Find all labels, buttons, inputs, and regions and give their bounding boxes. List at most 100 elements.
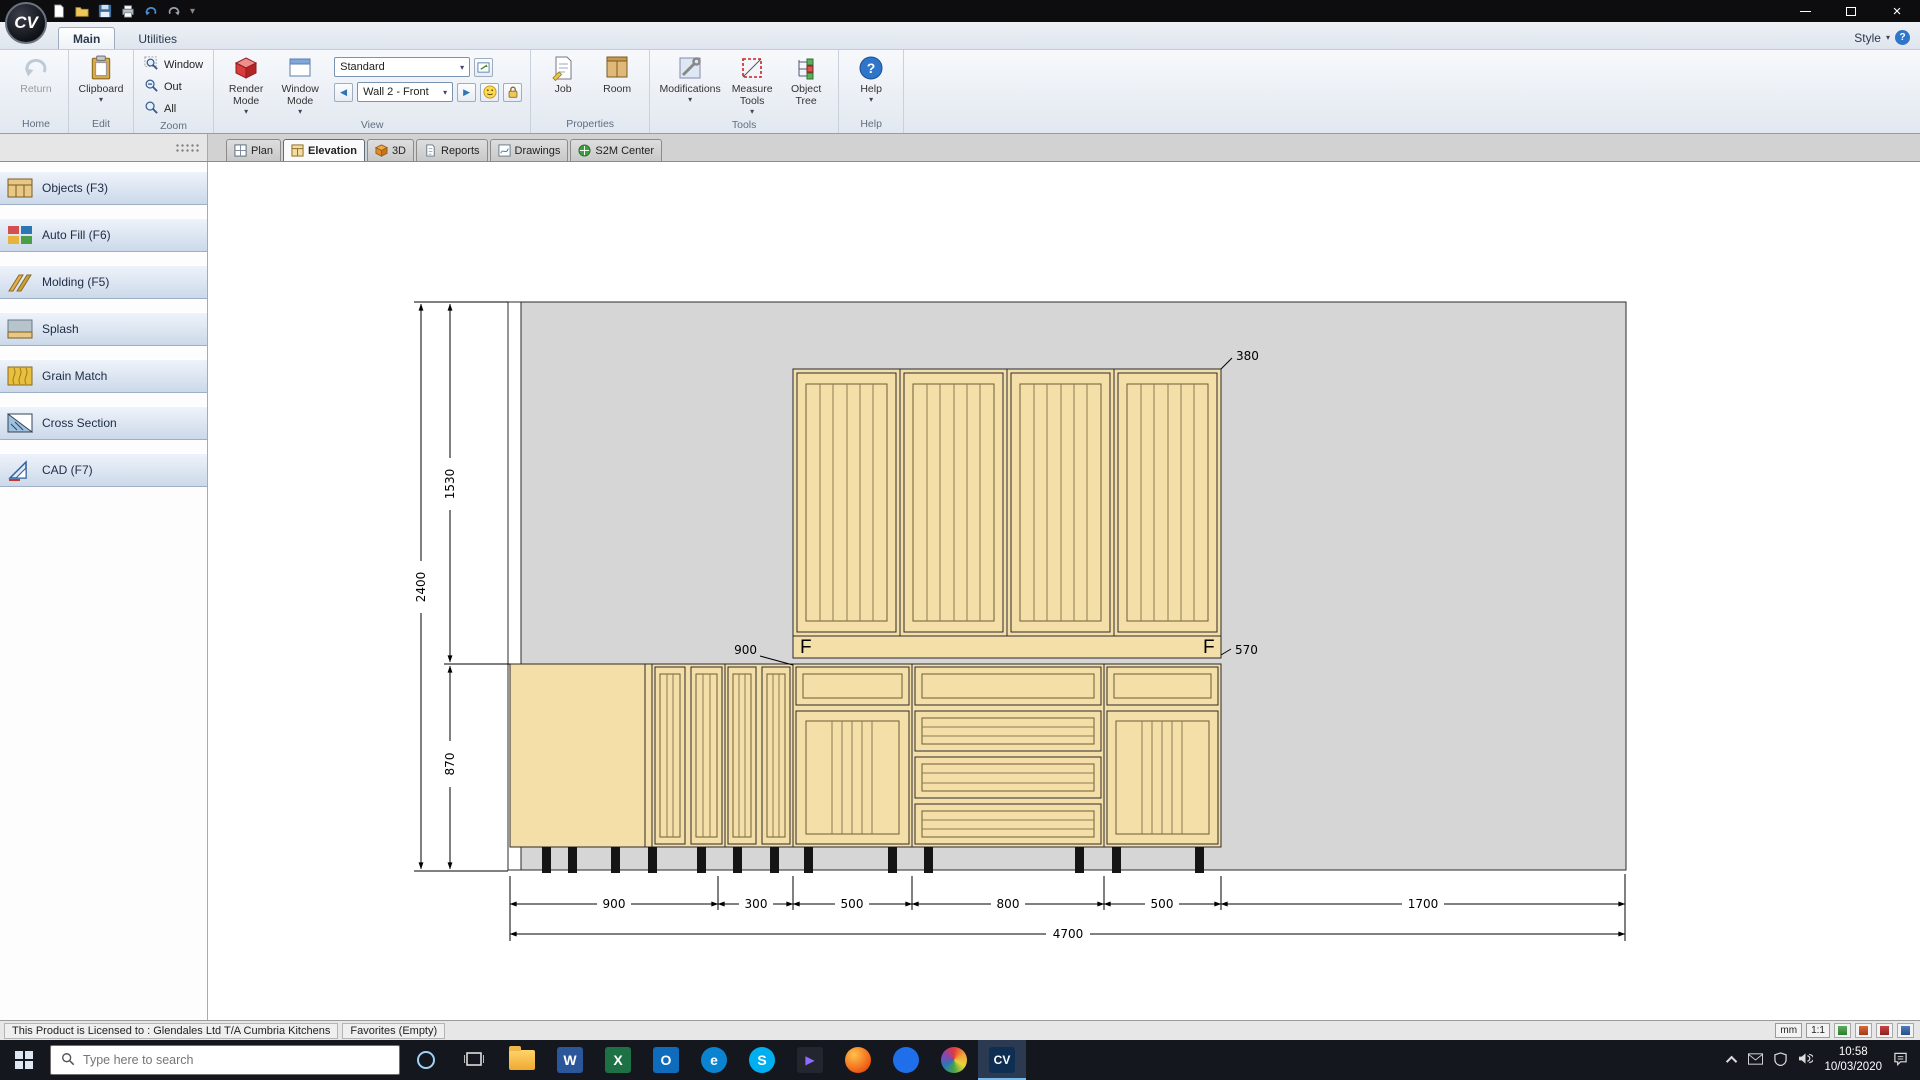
status-grid-icon[interactable] <box>1834 1023 1851 1038</box>
window-mode-button[interactable]: Window Mode ▾ <box>274 53 326 118</box>
tab-s2m-center[interactable]: S2M Center <box>570 139 662 161</box>
sidebar-item-splash[interactable]: Splash <box>0 312 207 346</box>
render-style-select[interactable]: Standard▾ <box>334 57 470 77</box>
base-cabinets[interactable] <box>510 664 1221 873</box>
elevation-drawing[interactable]: F F <box>208 162 1920 1020</box>
plan-icon <box>234 144 247 157</box>
file-explorer-button[interactable] <box>498 1040 546 1080</box>
save-icon[interactable] <box>98 4 112 18</box>
undo-icon[interactable] <box>144 4 158 18</box>
chevron-down-icon: ▾ <box>460 63 464 72</box>
subheader-row: Plan Elevation 3D Reports Drawings S2M C… <box>0 134 1920 162</box>
zoom-window-button[interactable]: Window <box>140 55 207 75</box>
ribbon-tab-main[interactable]: Main <box>58 27 115 49</box>
clipboard-button[interactable]: Clipboard ▾ <box>75 53 127 106</box>
close-button[interactable]: × <box>1874 0 1920 22</box>
sidebar-item-objects[interactable]: Objects (F3) <box>0 171 207 205</box>
smiley-view-button[interactable] <box>480 83 499 102</box>
firefox-button[interactable] <box>834 1040 882 1080</box>
tray-volume-icon[interactable] <box>1798 1052 1813 1068</box>
chevron-down-icon[interactable]: ▾ <box>1886 33 1890 42</box>
tab-reports[interactable]: Reports <box>416 139 488 161</box>
open-icon[interactable] <box>75 4 89 18</box>
fit-window-button[interactable] <box>474 58 493 77</box>
return-icon <box>23 55 49 81</box>
edge-button[interactable]: e <box>690 1040 738 1080</box>
start-button[interactable] <box>0 1040 48 1080</box>
ribbon-group-edit: Clipboard ▾ Edit <box>69 50 134 133</box>
outlook-button[interactable]: O <box>642 1040 690 1080</box>
zoom-out-button[interactable]: Out <box>140 77 207 97</box>
redo-icon[interactable] <box>167 4 181 18</box>
blue-app-button[interactable] <box>882 1040 930 1080</box>
qat-customize-icon[interactable]: ▾ <box>190 6 195 17</box>
tab-plan[interactable]: Plan <box>226 139 281 161</box>
previous-wall-button[interactable]: ◀ <box>334 83 353 102</box>
cortana-button[interactable] <box>402 1040 450 1080</box>
cabinet-vision-button[interactable]: CV <box>978 1040 1026 1080</box>
object-tree-button[interactable]: Object Tree <box>780 53 832 109</box>
window-mode-icon <box>287 55 313 81</box>
media-player-icon: ▶ <box>797 1047 823 1073</box>
upper-cabinets[interactable] <box>793 369 1221 658</box>
next-wall-button[interactable]: ▶ <box>457 83 476 102</box>
tab-3d[interactable]: 3D <box>367 139 414 161</box>
status-print-icon[interactable] <box>1876 1023 1893 1038</box>
room-button[interactable]: Room <box>591 53 643 97</box>
sidebar-item-molding[interactable]: Molding (F5) <box>0 265 207 299</box>
chevron-down-icon: ▾ <box>443 88 447 97</box>
grain-match-icon <box>7 365 33 387</box>
modifications-button[interactable]: Modifications ▾ <box>656 53 724 106</box>
taskbar-clock[interactable]: 10:58 10/03/2020 <box>1824 1045 1882 1075</box>
skype-button[interactable]: S <box>738 1040 786 1080</box>
tab-drawings[interactable]: Drawings <box>490 139 569 161</box>
tray-mail-icon[interactable] <box>1748 1053 1763 1068</box>
print-icon[interactable] <box>121 4 135 18</box>
taskbar-search[interactable] <box>50 1045 400 1075</box>
lock-view-button[interactable] <box>503 83 522 102</box>
ribbon-tab-utilities[interactable]: Utilities <box>123 27 192 49</box>
scale-indicator[interactable]: 1:1 <box>1806 1023 1830 1038</box>
style-help-icon[interactable]: ? <box>1895 30 1910 45</box>
task-view-button[interactable] <box>450 1040 498 1080</box>
units-indicator[interactable]: mm <box>1775 1023 1802 1038</box>
wall-select[interactable]: Wall 2 - Front▾ <box>357 82 453 102</box>
dim-base-height: 870 <box>443 753 457 776</box>
cabinet-vision-icon: CV <box>989 1047 1015 1073</box>
measure-tools-icon <box>739 55 765 81</box>
group-label-edit: Edit <box>69 117 133 133</box>
maximize-button[interactable] <box>1828 0 1874 22</box>
job-button[interactable]: Job <box>537 53 589 97</box>
sidebar-item-grain-match[interactable]: Grain Match <box>0 359 207 393</box>
license-text: This Product is Licensed to : Glendales … <box>4 1023 338 1039</box>
measure-tools-button[interactable]: Measure Tools ▾ <box>726 53 778 118</box>
action-center-icon[interactable] <box>1893 1052 1908 1069</box>
paint-button[interactable] <box>930 1040 978 1080</box>
minimize-button[interactable] <box>1782 0 1828 22</box>
return-button[interactable]: Return <box>10 53 62 97</box>
system-tray: 10:58 10/03/2020 <box>1729 1045 1920 1075</box>
sidebar-grip-handle[interactable] <box>175 143 201 152</box>
status-render-icon[interactable] <box>1855 1023 1872 1038</box>
zoom-all-button[interactable]: All <box>140 99 207 119</box>
drawing-canvas[interactable]: F F <box>208 162 1920 1020</box>
tab-elevation[interactable]: Elevation <box>283 139 365 161</box>
sidebar-item-cross-section[interactable]: Cross Section <box>0 406 207 440</box>
sidebar-item-cad[interactable]: CAD (F7) <box>0 453 207 487</box>
task-view-icon <box>464 1050 484 1071</box>
search-input[interactable] <box>83 1053 353 1067</box>
tray-chevron-icon[interactable] <box>1726 1056 1737 1067</box>
media-player-button[interactable]: ▶ <box>786 1040 834 1080</box>
taskbar: W X O e S ▶ CV 10:58 10/03/2020 <box>0 1040 1920 1080</box>
render-mode-button[interactable]: Render Mode ▾ <box>220 53 272 118</box>
word-button[interactable]: W <box>546 1040 594 1080</box>
status-settings-icon[interactable] <box>1897 1023 1914 1038</box>
new-document-icon[interactable] <box>52 4 66 18</box>
excel-button[interactable]: X <box>594 1040 642 1080</box>
tray-shield-icon[interactable] <box>1774 1052 1787 1069</box>
favorites-panel[interactable]: Favorites (Empty) <box>342 1023 445 1039</box>
app-logo[interactable]: CV <box>5 2 47 44</box>
style-dropdown[interactable]: Style <box>1854 31 1881 45</box>
sidebar-item-autofill[interactable]: Auto Fill (F6) <box>0 218 207 252</box>
help-button[interactable]: ? Help ▾ <box>845 53 897 106</box>
